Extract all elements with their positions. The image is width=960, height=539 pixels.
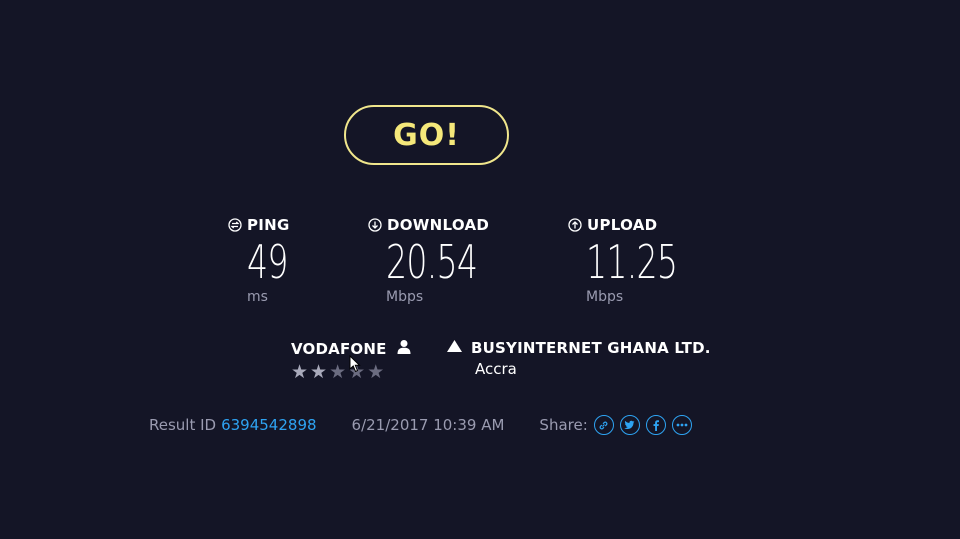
share-label: Share: [539,416,588,434]
server-name[interactable]: BUSYINTERNET GHANA LTD. [471,339,711,357]
download-header: DOWNLOAD [368,214,513,236]
download-arrow-icon [368,218,382,232]
ping-header: PING [228,214,304,236]
ping-unit: ms [247,289,268,305]
result-id-label: Result ID [149,416,217,434]
facebook-icon[interactable] [645,415,666,435]
mouse-cursor-icon [349,354,361,377]
download-metric: DOWNLOAD 20.54 Mbps [368,214,513,305]
result-id-link[interactable]: 6394542898 [221,416,316,434]
ping-label: PING [247,216,290,234]
star-icon[interactable]: ★ [310,362,327,382]
download-label: DOWNLOAD [387,216,490,234]
download-value: 20.54 [386,235,478,289]
ping-value: 49 [247,235,288,289]
upload-metric: UPLOAD 11.25 Mbps [568,214,713,305]
server-location: Accra [475,360,517,378]
go-button[interactable]: GO! [344,105,509,165]
star-icon[interactable]: ★ [329,362,346,382]
ping-metric: PING 49 ms [228,214,304,305]
twitter-icon[interactable] [619,415,640,435]
upload-value: 11.25 [586,235,678,289]
upload-unit: Mbps [586,289,624,305]
download-unit: Mbps [386,289,424,305]
server-name-row: BUSYINTERNET GHANA LTD. [446,339,711,357]
upload-arrow-icon [568,218,582,232]
result-footer: Result ID 6394542898 6/21/2017 10:39 AM … [149,415,692,435]
share-icons [593,415,692,435]
star-icon[interactable]: ★ [291,362,308,382]
star-icon[interactable]: ★ [367,362,384,382]
link-icon[interactable] [593,415,614,435]
upload-header: UPLOAD [568,214,713,236]
result-timestamp: 6/21/2017 10:39 AM [351,416,505,434]
speedtest-result-page: GO! PING 49 ms DOWNLOAD 20.54 Mbps UPLOA… [0,0,960,539]
user-icon [396,339,412,358]
ping-icon [228,218,242,232]
upload-label: UPLOAD [587,216,658,234]
more-icon[interactable] [671,415,692,435]
server-icon [446,339,463,357]
server-info: BUSYINTERNET GHANA LTD. Accra [446,339,711,378]
isp-name: VODAFONE [291,339,387,358]
